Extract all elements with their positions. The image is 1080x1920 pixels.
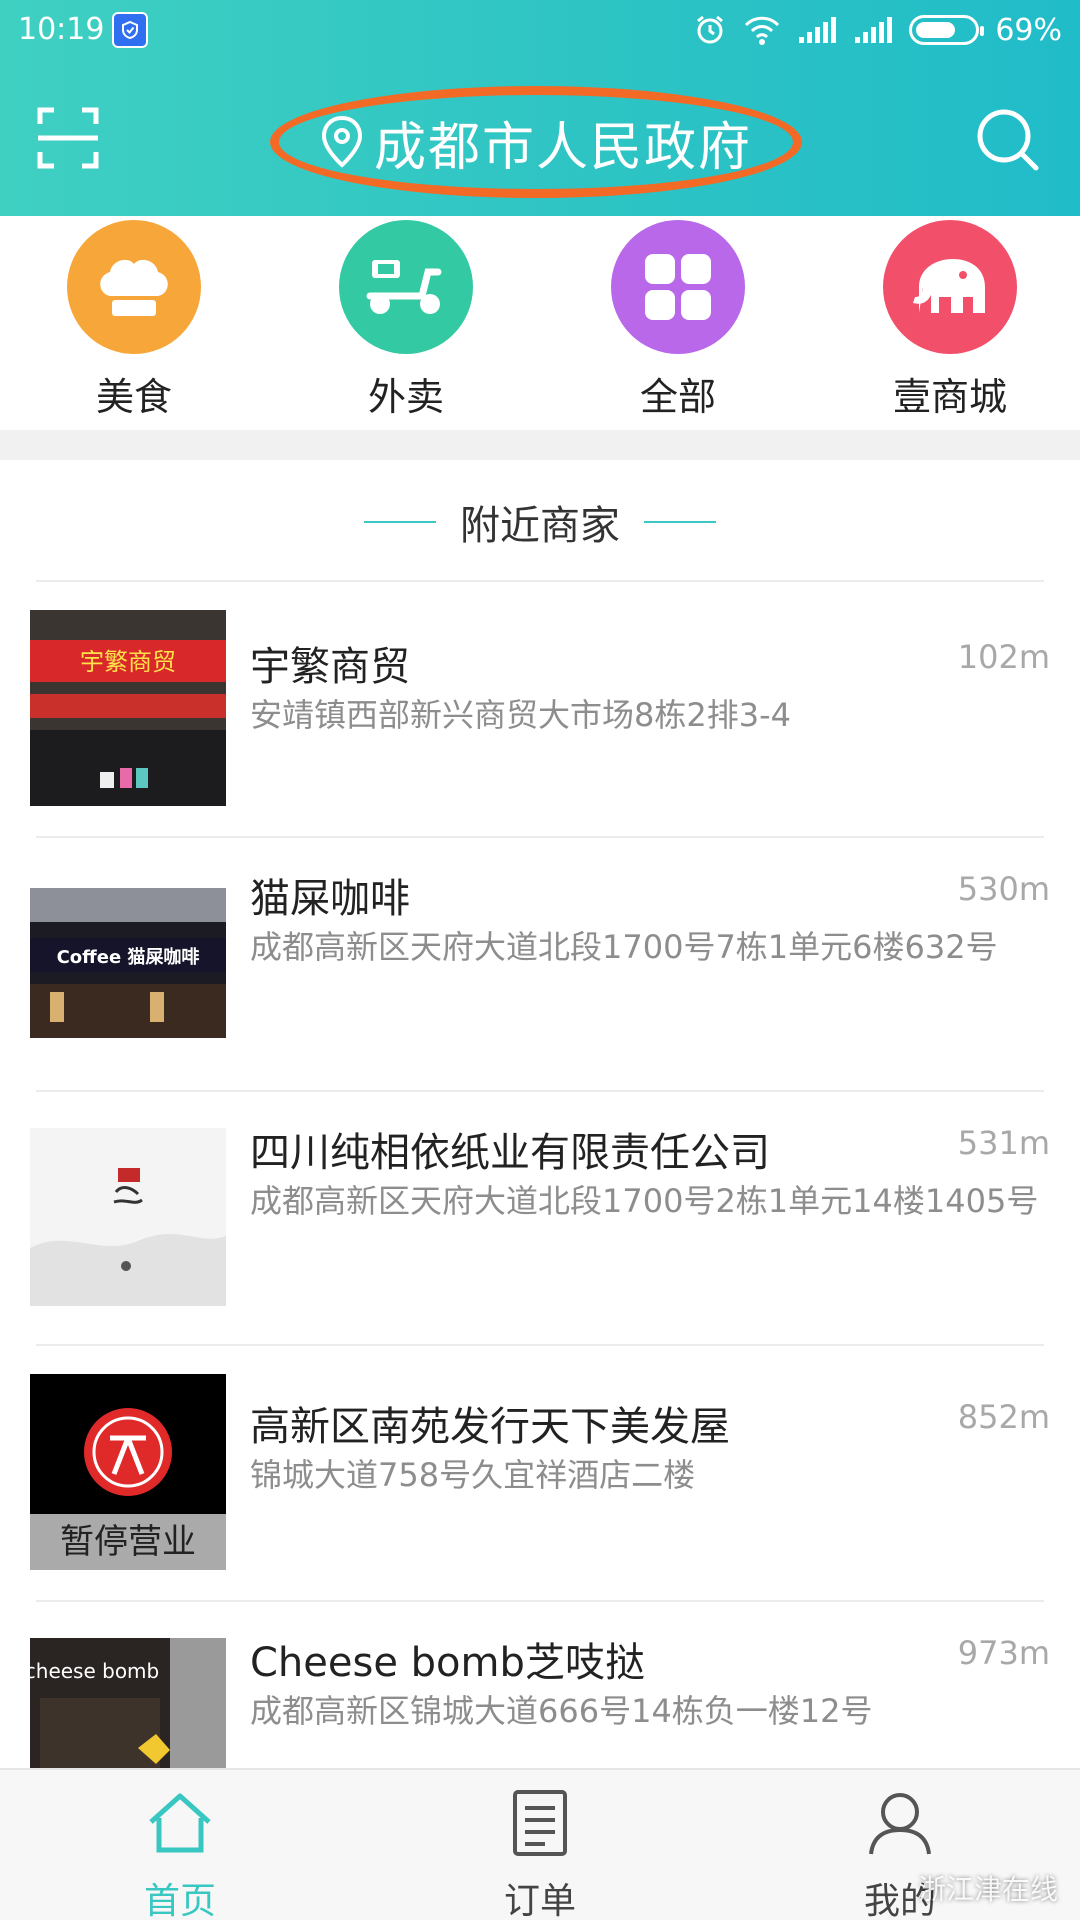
merchant-thumbnail: 宇繁商贸 [30,610,226,806]
merchant-thumbnail: 暂停营业 [30,1374,226,1570]
location-name: 成都市人民政府 [373,117,752,178]
category-row: 美食 外卖 全部 壹商城 [0,216,1080,430]
nav-orders[interactable]: 订单 [430,1770,650,1920]
paused-badge: 暂停营业 [30,1514,226,1570]
merchant-thumbnail: cheese bomb [30,1638,226,1768]
battery-percentage: 69% [995,12,1062,48]
merchant-name: 宇繁商贸 [250,644,410,690]
user-icon [869,1793,931,1855]
nav-label: 首页 [143,1881,216,1920]
category-label: 外卖 [367,375,444,419]
status-time: 10:19 [18,12,105,47]
category-takeout[interactable]: 外卖 [306,220,506,420]
merchant-address: 锦城大道758号久宜祥酒店二楼 [250,1456,696,1494]
status-bar: 10:19 69% [0,0,1080,60]
merchant-distance: 530m [957,870,1050,908]
merchant-thumbnail: Coffee 猫屎咖啡 [30,888,226,1038]
category-label: 全部 [639,375,716,419]
merchant-address: 成都高新区锦城大道666号14栋负一楼12号 [250,1692,873,1730]
location-pin-icon [321,115,362,168]
category-food[interactable]: 美食 [34,220,234,420]
sign-text: 宇繁商贸 [80,648,176,676]
category-mall[interactable]: 壹商城 [850,220,1050,420]
merchant-distance: 102m [957,638,1050,676]
merchant-address: 安靖镇西部新兴商贸大市场8栋2排3-4 [250,696,791,734]
location-selector[interactable]: 成都市人民政府 [270,86,802,198]
security-shield-icon [112,12,148,48]
signal-1-icon [799,17,837,43]
category-label: 美食 [95,375,172,419]
scan-icon [37,107,99,169]
merchant-distance: 852m [957,1398,1050,1436]
title-line-left [364,521,436,523]
nav-label: 订单 [503,1881,576,1920]
merchant-distance: 531m [957,1124,1050,1162]
wifi-icon [745,16,780,45]
section-separator [0,430,1080,460]
nav-home[interactable]: 首页 [70,1770,290,1920]
grid-icon [611,220,745,354]
title-bar: 成都市人民政府 [0,60,1080,216]
signal-2-icon [855,17,893,43]
merchant-name: 高新区南苑发行天下美发屋 [250,1404,730,1450]
section-title-text: 附近商家 [460,503,620,549]
merchant-address: 成都高新区天府大道北段1700号2栋1单元14楼1405号 [250,1182,1039,1220]
battery-fill [916,22,956,38]
merchant-name: Cheese bomb芝吱挞 [250,1640,645,1686]
merchant-distance: 973m [957,1634,1050,1672]
nearby-section-title: 附近商家 [0,490,1080,554]
merchant-address: 成都高新区天府大道北段1700号7栋1单元6楼632号 [250,928,998,966]
merchant-item[interactable]: Coffee 猫屎咖啡 猫屎咖啡 530m 成都高新区天府大道北段1700号7栋… [0,838,1080,1092]
search-icon [977,109,1039,171]
merchant-item[interactable]: 暂停营业 高新区南苑发行天下美发屋 852m 锦城大道758号久宜祥酒店二楼 [0,1346,1080,1600]
category-label: 壹商城 [892,375,1007,419]
sign-text: Coffee 猫屎咖啡 [57,946,200,968]
category-all[interactable]: 全部 [578,220,778,420]
status-indicators: 69% [693,10,1062,50]
watermark-text: 浙江津在线 [917,1873,1058,1906]
search-button[interactable] [972,104,1044,176]
merchant-thumbnail [30,1128,226,1306]
alarm-icon [697,15,724,44]
chef-hat-icon [67,220,201,354]
merchant-item[interactable]: 宇繁商贸 宇繁商贸 102m 安靖镇西部新兴商贸大市场8栋2排3-4 [0,582,1080,836]
merchant-name: 猫屎咖啡 [250,876,410,922]
title-line-right [644,521,716,523]
merchant-item[interactable]: cheese bomb Cheese bomb芝吱挞 973m 成都高新区锦城大… [0,1602,1080,1768]
sign-text: cheese bomb [30,1659,159,1683]
order-list-icon [513,1790,567,1856]
home-icon [149,1793,211,1853]
battery-icon [909,15,985,45]
elephant-icon [883,220,1017,354]
scan-button[interactable] [36,106,100,170]
merchant-item[interactable]: 四川纯相依纸业有限责任公司 531m 成都高新区天府大道北段1700号2栋1单元… [0,1092,1080,1346]
merchant-name: 四川纯相依纸业有限责任公司 [250,1130,770,1176]
app-header: 10:19 69% 成都市人民政府 [0,0,1080,216]
scooter-icon [339,220,473,354]
